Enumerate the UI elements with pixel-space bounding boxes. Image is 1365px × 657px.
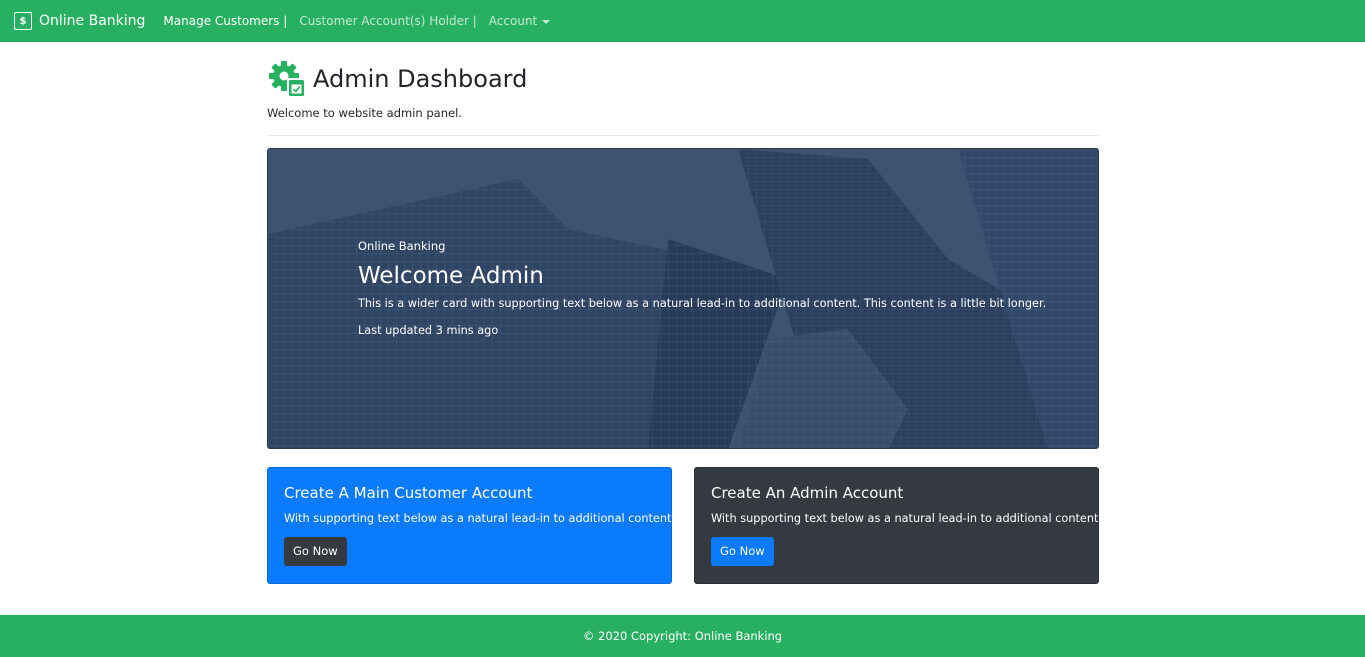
card-title: Create An Admin Account xyxy=(711,484,904,502)
card-text: With supporting text below as a natural … xyxy=(284,512,676,525)
gear-check-icon xyxy=(269,61,306,98)
top-navbar: $ Online Banking Manage Customers | Cust… xyxy=(0,0,1365,42)
card-text: With supporting text below as a natural … xyxy=(711,512,1103,525)
footer-copyright: © 2020 Copyright: Online Banking xyxy=(582,629,783,643)
nav-account-label: Account xyxy=(488,14,538,28)
page-header: Admin Dashboard Welcome to website admin… xyxy=(267,58,1099,120)
nav-account-dropdown[interactable]: Account xyxy=(488,14,551,28)
nav-links: Manage Customers | Customer Account(s) H… xyxy=(163,14,562,28)
hero-text: This is a wider card with supporting tex… xyxy=(358,297,1047,310)
go-now-customer-button[interactable]: Go Now xyxy=(284,537,347,566)
create-customer-account-card: Create A Main Customer Account With supp… xyxy=(267,467,676,584)
card-title: Create A Main Customer Account xyxy=(284,484,533,502)
nav-customer-account-holder[interactable]: Customer Account(s) Holder | xyxy=(299,14,476,28)
dollar-icon: $ xyxy=(14,12,32,30)
caret-down-icon xyxy=(542,19,551,24)
brand-label: Online Banking xyxy=(39,13,146,29)
create-admin-account-card: Create An Admin Account With supporting … xyxy=(694,467,1103,584)
hero-label: Online Banking xyxy=(358,239,446,253)
page-footer: © 2020 Copyright: Online Banking xyxy=(0,615,1365,657)
hero-updated-time: Last updated 3 mins ago xyxy=(358,324,499,337)
hero-content: Online Banking Welcome Admin This is a w… xyxy=(358,239,1046,337)
page-title: Admin Dashboard xyxy=(313,65,528,93)
header-divider xyxy=(267,135,1099,136)
page-subtitle: Welcome to website admin panel. xyxy=(267,106,462,120)
hero-title: Welcome Admin xyxy=(358,263,544,289)
welcome-hero-card: Online Banking Welcome Admin This is a w… xyxy=(267,148,1099,449)
brand-link[interactable]: $ Online Banking xyxy=(14,12,145,30)
nav-manage-customers[interactable]: Manage Customers | xyxy=(163,14,287,28)
go-now-admin-button[interactable]: Go Now xyxy=(711,537,774,566)
